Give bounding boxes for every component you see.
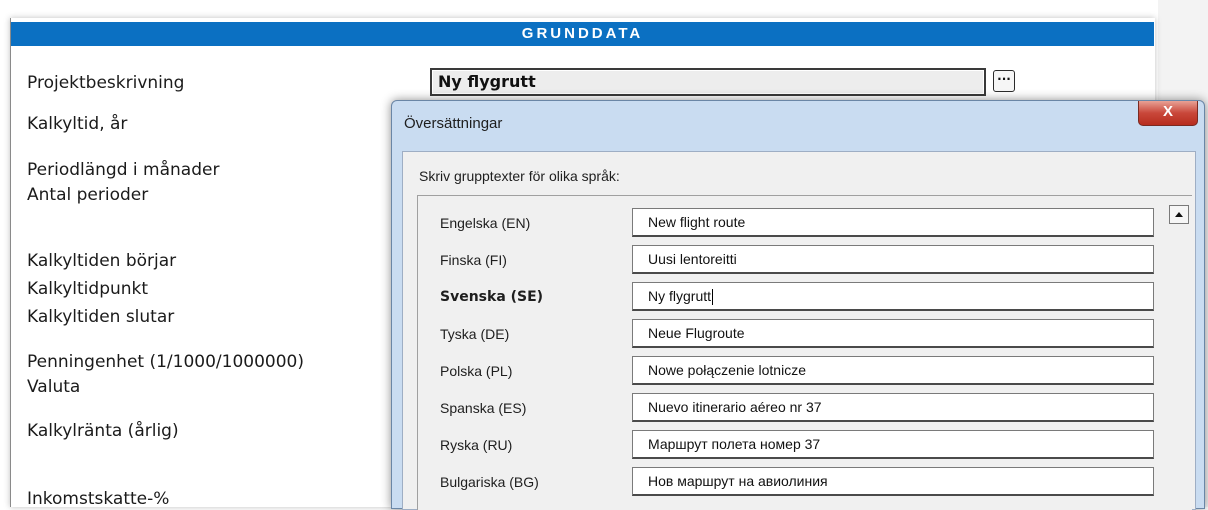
dialog-title: Översättningar (404, 115, 503, 132)
instruction-text: Skriv grupptexter för olika språk: (419, 168, 620, 184)
row-label-inkomstskatt: Inkomstskatte-% (27, 489, 170, 509)
row-label-kalkyltid: Kalkyltid, år (27, 114, 128, 134)
translation-field-se-text: Ny flygrutt (648, 288, 712, 304)
row-label-valuta: Valuta (27, 377, 81, 397)
translation-field-fi[interactable]: Uusi lentoreitti (632, 245, 1154, 274)
row-label-kalkylranta: Kalkylränta (årlig) (27, 421, 179, 441)
language-label-de: Tyska (DE) (440, 326, 510, 342)
translation-field-en[interactable]: New flight route (632, 208, 1154, 237)
language-label-bg: Bulgariska (BG) (440, 474, 539, 490)
translation-field-de[interactable]: Neue Flugroute (632, 319, 1154, 348)
language-list: Engelska (EN) New flight route Finska (F… (417, 195, 1192, 510)
text-caret (712, 289, 714, 306)
close-button[interactable]: X (1138, 101, 1198, 126)
translation-field-pl[interactable]: Nowe połączenie lotnicze (632, 356, 1154, 385)
language-label-es: Spanska (ES) (440, 400, 527, 416)
translation-field-se[interactable]: Ny flygrutt (632, 282, 1154, 311)
translation-field-es[interactable]: Nuevo itinerario aéreo nr 37 (632, 393, 1154, 422)
row-label-antal-perioder: Antal perioder (27, 185, 149, 205)
language-label-se: Svenska (SE) (440, 289, 544, 305)
section-header: GRUNDDATA (11, 22, 1154, 46)
row-label-kalkyltidpunkt: Kalkyltidpunkt (27, 279, 149, 299)
row-label-penningenhet: Penningenhet (1/1000/1000000) (27, 352, 304, 372)
more-options-button[interactable]: ··· (993, 70, 1015, 92)
translation-field-ru[interactable]: Маршрут полета номер 37 (632, 430, 1154, 459)
row-label-projektbeskrivning: Projektbeskrivning (27, 73, 185, 93)
row-label-kalkyltiden-borjar: Kalkyltiden börjar (27, 251, 177, 271)
row-label-periodlangd: Periodlängd i månader (27, 160, 220, 180)
dialog-body: Skriv grupptexter för olika språk: Engel… (402, 151, 1196, 510)
language-label-en: Engelska (EN) (440, 215, 531, 231)
vertical-scrollbar[interactable] (1166, 196, 1192, 510)
language-label-fi: Finska (FI) (440, 252, 507, 268)
language-label-pl: Polska (PL) (440, 363, 513, 379)
scroll-up-arrow-icon[interactable] (1169, 205, 1189, 224)
row-label-kalkyltiden-slutar: Kalkyltiden slutar (27, 307, 175, 327)
translation-field-bg[interactable]: Нов маршрут на авиолиния (632, 467, 1154, 496)
language-label-ru: Ryska (RU) (440, 437, 513, 453)
project-description-field[interactable]: Ny flygrutt (430, 68, 986, 96)
translations-dialog: Översättningar X Skriv grupptexter för o… (391, 100, 1205, 510)
